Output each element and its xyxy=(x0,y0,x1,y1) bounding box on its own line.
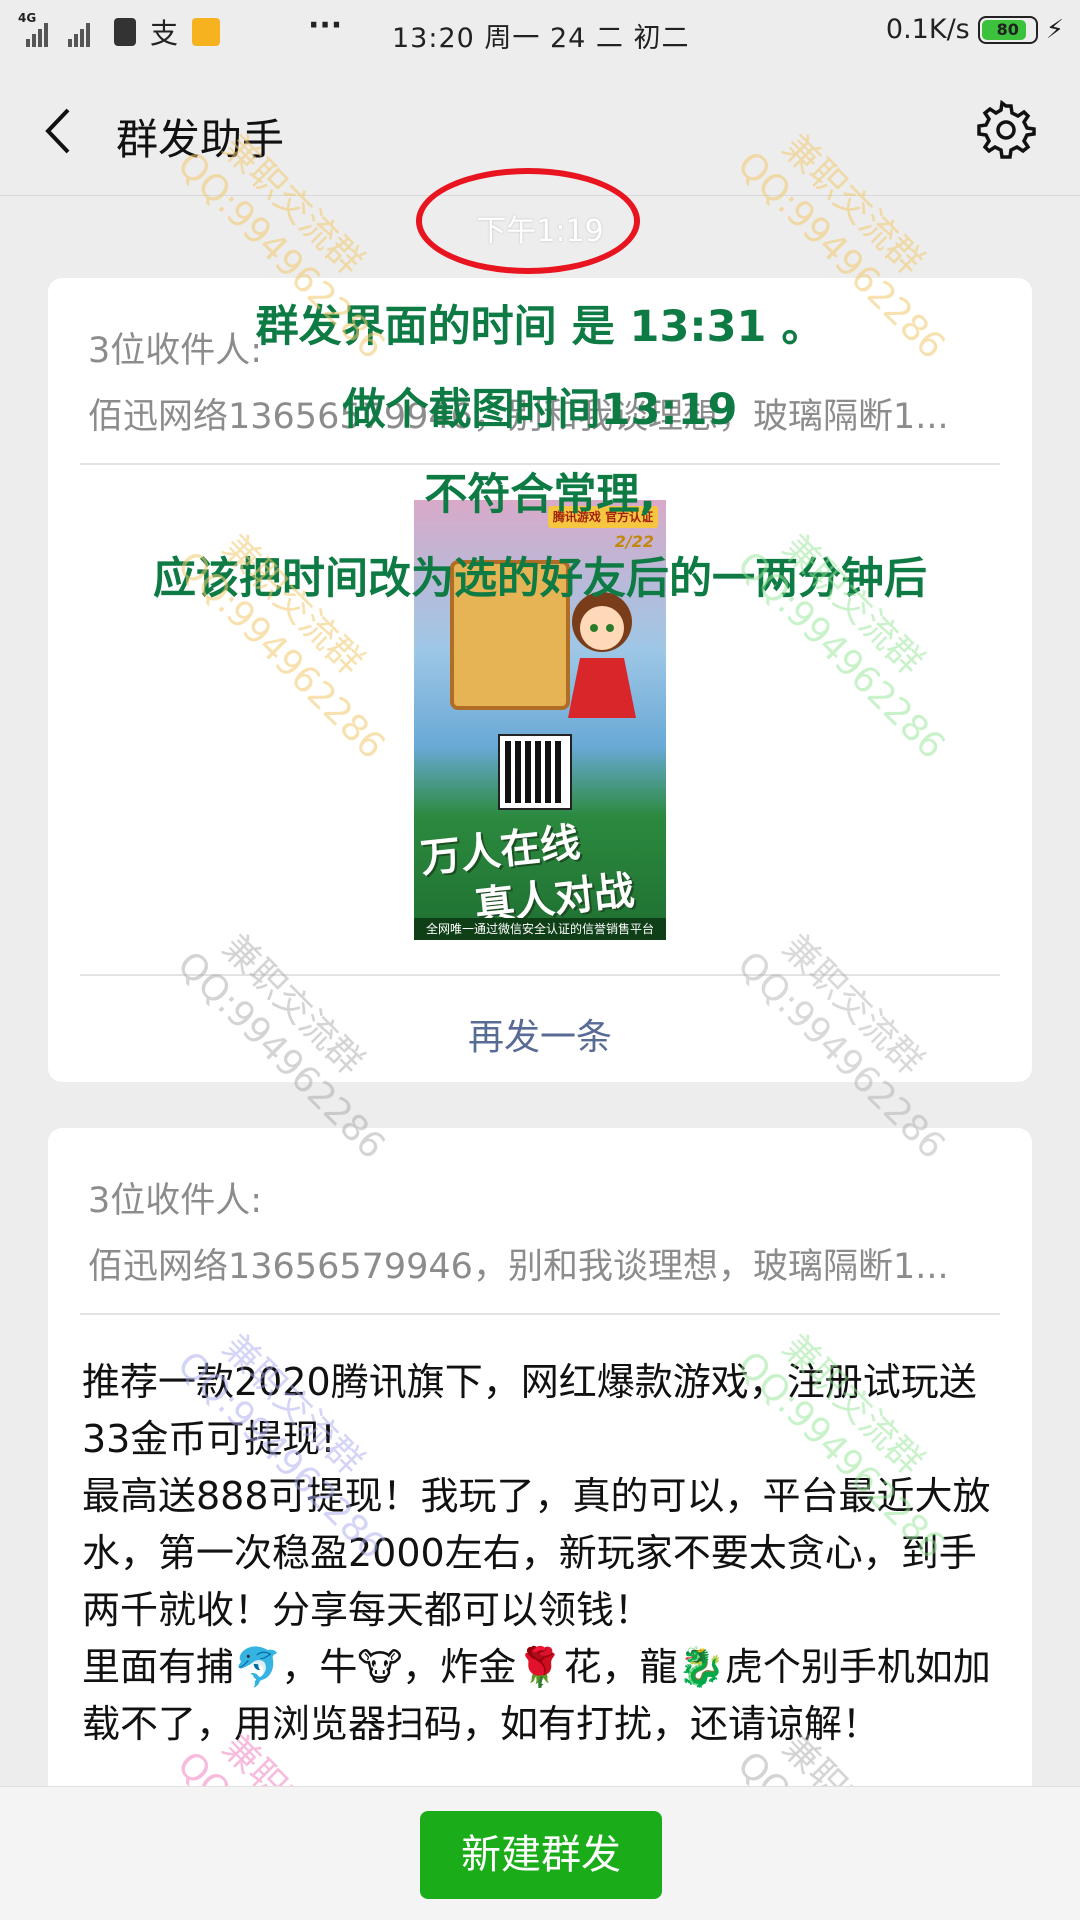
annotation-circle xyxy=(416,168,640,274)
gear-icon xyxy=(977,99,1036,159)
new-broadcast-button[interactable]: 新建群发 xyxy=(420,1811,662,1899)
bottom-bar: 新建群发 xyxy=(0,1786,1080,1920)
back-chevron-icon xyxy=(45,108,70,154)
battery-level: 80 xyxy=(996,20,1019,39)
status-bar: 4G 支 ··· 13:20 周一 24 二 初二 0.1K/s 80 ⚡ xyxy=(0,0,1080,66)
status-right: 0.1K/s 80 ⚡ xyxy=(886,14,1064,45)
resend-button[interactable]: 再发一条 xyxy=(48,1008,1032,1060)
poster-footer: 全网唯一通过微信安全认证的信誉销售平台 xyxy=(414,918,666,940)
annotation-line-2: 做个截图时间13:19 xyxy=(342,385,738,435)
divider xyxy=(80,974,1000,976)
battery-icon: 80 xyxy=(977,15,1038,44)
recipients-list[interactable]: 佰迅网络13656579946，别和我谈理想，玻璃隔断1... xyxy=(88,1238,992,1289)
mail-icon xyxy=(192,18,221,46)
message-text: 推荐一款2020腾讯旗下，网红爆款游戏，注册试玩送33金币可提现! 最高送888… xyxy=(82,1360,991,1746)
signal-sim2-icon xyxy=(66,17,100,47)
annotation-line-3: 不符合常理, xyxy=(424,470,656,520)
back-button[interactable] xyxy=(36,104,86,158)
status-left: 4G 支 xyxy=(18,11,221,52)
signal-4g-icon: 4G xyxy=(18,11,52,47)
more-notifications-icon: ··· xyxy=(308,8,343,43)
divider xyxy=(80,1313,1000,1315)
broadcast-card: 3位收件人: 佰迅网络13656579946，别和我谈理想，玻璃隔断1... 推… xyxy=(48,1128,1032,1828)
network-speed: 0.1K/s xyxy=(885,14,970,45)
qr-code xyxy=(498,734,572,810)
network-type: 4G xyxy=(18,11,37,25)
annotation-line-4: 应该把时间改为选的好友后的一两分钟后 xyxy=(153,554,927,604)
settings-button[interactable] xyxy=(976,99,1036,160)
app-notification-icon xyxy=(114,18,136,46)
annotation-line-1: 群发界面的时间 是 13:31 。 xyxy=(255,302,825,352)
charging-icon: ⚡ xyxy=(1045,14,1064,45)
recipients-title: 3位收件人: xyxy=(88,1181,263,1221)
alipay-icon: 支 xyxy=(150,17,179,50)
page-title: 群发助手 xyxy=(116,115,285,164)
status-time-date: 13:20 周一 24 二 初二 xyxy=(392,23,690,54)
